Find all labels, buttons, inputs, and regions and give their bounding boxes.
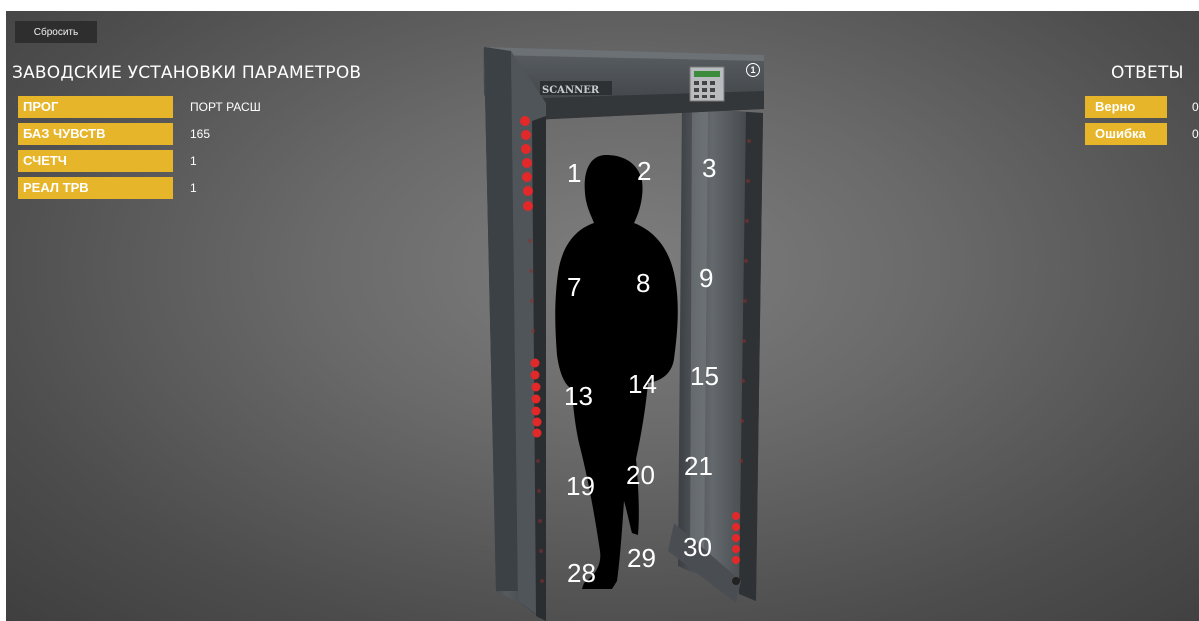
zone-number: 19 [566,471,595,501]
zone-number: 13 [564,381,593,411]
zone-number: 7 [567,272,581,302]
zone-number: 8 [636,268,650,298]
zone-number: 28 [567,558,596,588]
zone-number: 9 [699,263,713,293]
info-circle-icon[interactable]: 1 [746,63,760,77]
left-pillar [484,47,546,621]
scanner-stage: Сбросить ЗАВОДСКИЕ УСТАНОВКИ ПАРАМЕТРОВ … [6,11,1199,621]
metal-detector-gate: SCANNER 1 2 3 7 8 9 13 14 15 19 20 21 28… [483,47,764,621]
zone-number: 29 [627,543,656,573]
zone-number: 14 [628,369,657,399]
zone-number: 20 [626,460,655,490]
zone-number: 3 [702,153,716,183]
scanner-brand: SCANNER [542,85,600,96]
zone-number: 21 [684,451,713,481]
zone-number: 15 [690,361,719,391]
zone-number: 30 [683,532,712,562]
zone-number: 2 [637,156,651,186]
person-silhouette-icon [555,155,678,589]
zone-number: 1 [567,158,581,188]
